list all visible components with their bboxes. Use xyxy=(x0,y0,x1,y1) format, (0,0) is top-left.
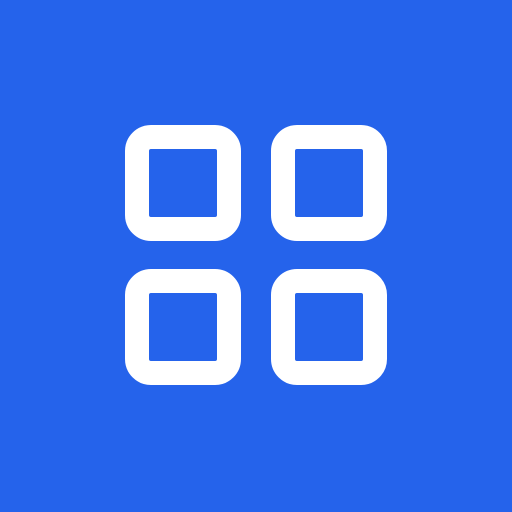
grid-square-icon xyxy=(271,125,387,241)
app-grid-icon[interactable] xyxy=(0,0,512,512)
grid-square-icon xyxy=(125,269,241,385)
grid-square-icon xyxy=(271,269,387,385)
grid-square-icon xyxy=(125,125,241,241)
